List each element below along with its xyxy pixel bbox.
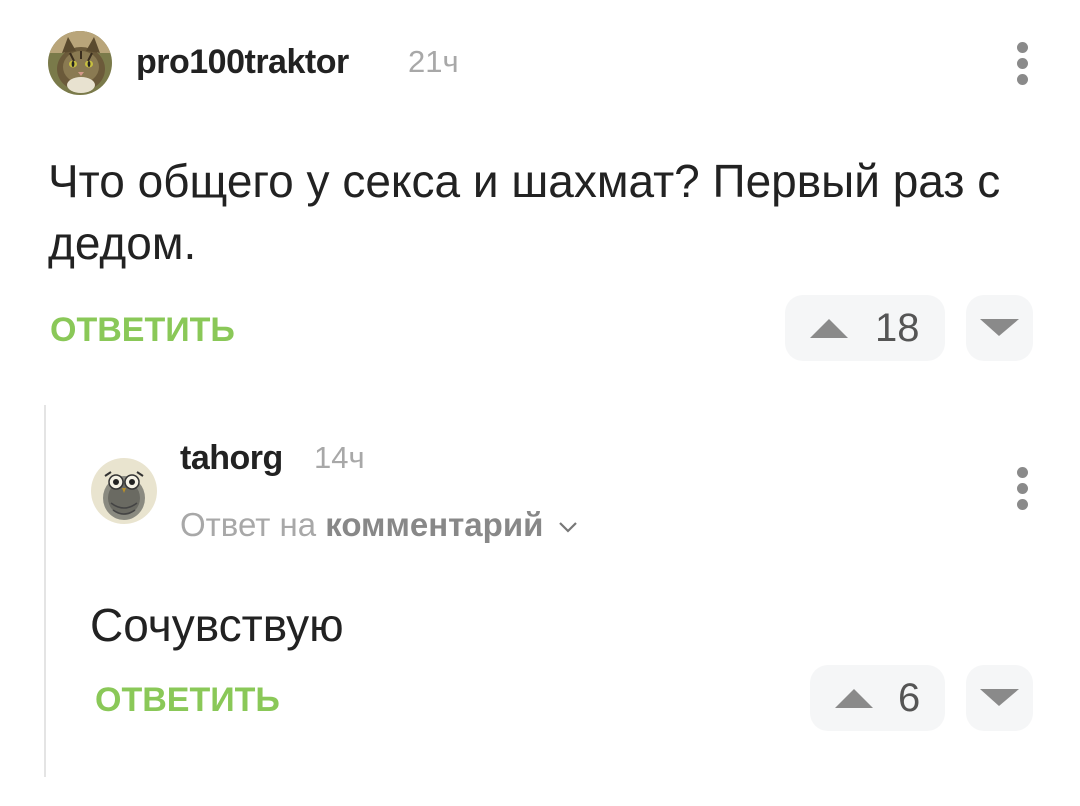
reply-button[interactable]: ОТВЕТИТЬ: [95, 680, 280, 720]
user-avatar[interactable]: [48, 31, 112, 95]
arrow-up-icon: [835, 689, 873, 708]
reply-to-link[interactable]: комментарий: [325, 506, 543, 543]
reply-text: Сочувствую: [90, 599, 344, 651]
reply-timestamp: 14ч: [314, 440, 365, 475]
owl-drawing-avatar-icon: [91, 458, 157, 524]
comment-username[interactable]: pro100traktor: [136, 42, 349, 82]
arrow-down-icon: [980, 319, 1019, 336]
user-avatar[interactable]: [91, 458, 157, 524]
reply-to-line[interactable]: Ответ на комментарий: [180, 505, 579, 545]
reply-score: 6: [898, 676, 921, 720]
reply-username[interactable]: tahorg: [180, 438, 283, 478]
comment-more-menu-icon[interactable]: [1015, 42, 1029, 85]
upvote-button[interactable]: [785, 295, 945, 361]
upvote-button[interactable]: [810, 665, 945, 731]
comment-text: Что общего у секса и шахмат? Первый раз …: [48, 155, 1001, 269]
comment-score: 18: [875, 306, 920, 350]
downvote-button[interactable]: [966, 295, 1033, 361]
comment-timestamp: 21ч: [408, 44, 459, 79]
downvote-button[interactable]: [966, 665, 1033, 731]
thread-line: [44, 405, 46, 777]
arrow-down-icon: [980, 689, 1019, 706]
reply-to-prefix: Ответ на: [180, 506, 317, 543]
arrow-up-icon: [810, 319, 848, 338]
chevron-down-icon: [558, 522, 577, 533]
reply-button[interactable]: ОТВЕТИТЬ: [50, 310, 235, 350]
cat-photo-avatar-icon: [48, 31, 112, 95]
reply-more-menu-icon[interactable]: [1015, 467, 1029, 510]
